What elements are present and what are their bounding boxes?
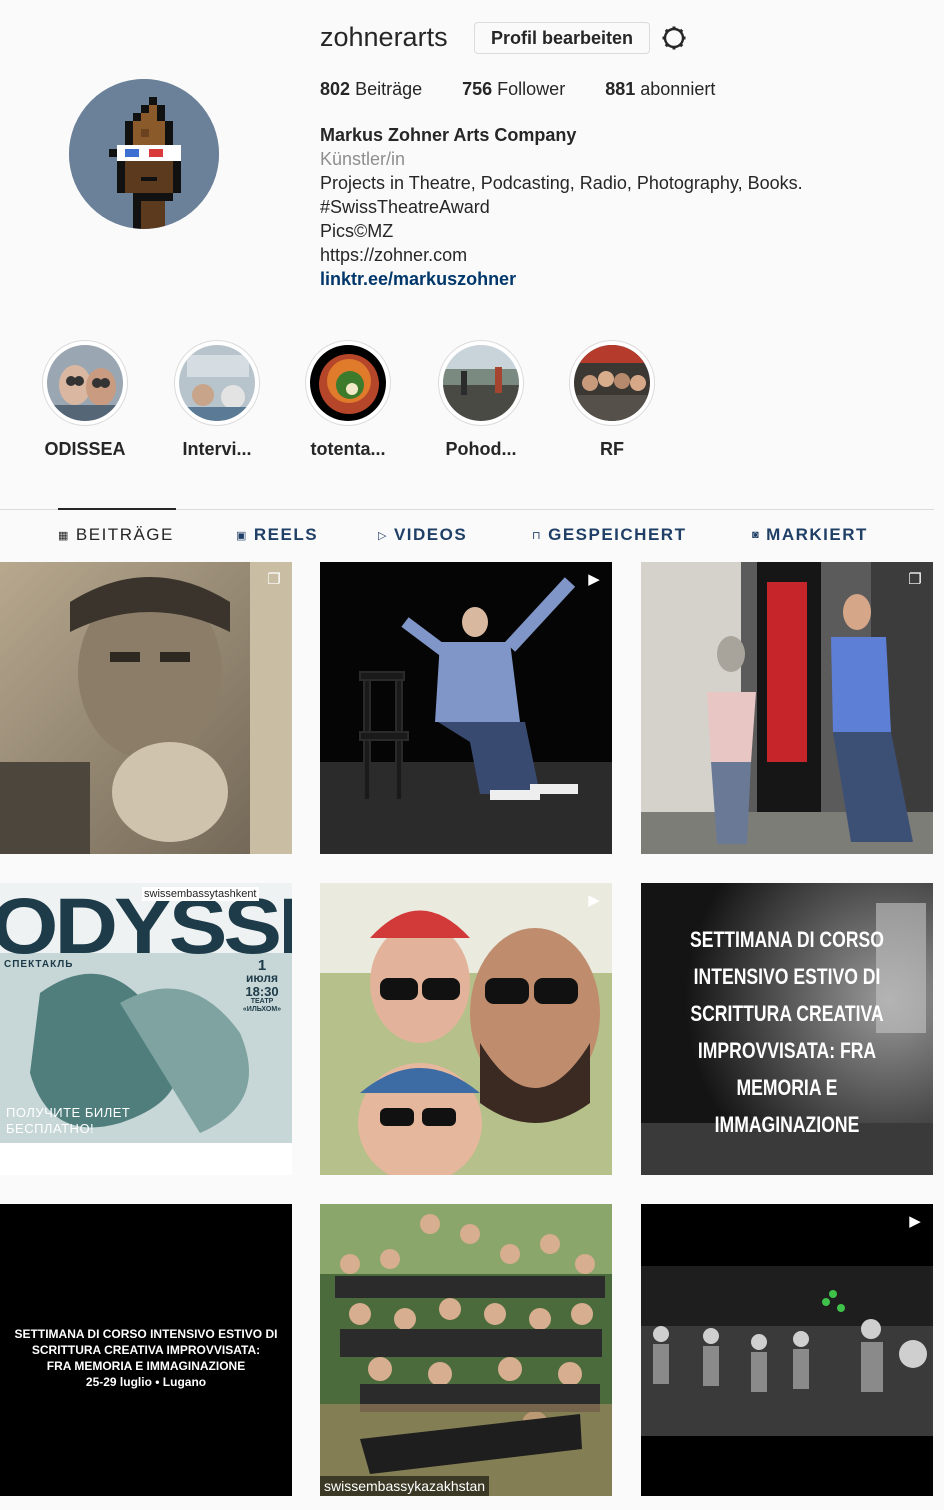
carousel-icon: ❐ <box>908 571 922 588</box>
tab-saved[interactable]: ⊓ GESPEICHERT <box>532 525 686 545</box>
bio-line: Pics©MZ <box>320 221 394 241</box>
tag-user-icon: ◙ <box>752 529 761 541</box>
post-image-group-photo <box>320 1204 612 1496</box>
highlight-item[interactable]: Intervi... <box>167 340 267 460</box>
highlight-thumbnail <box>310 345 386 421</box>
highlight-label: Pohod... <box>445 439 517 459</box>
bio-line: Projects in Theatre, Podcasting, Radio, … <box>320 173 803 193</box>
pixel-punk-avatar-image <box>69 79 219 229</box>
tab-posts[interactable]: ▦ BEITRÄGE <box>58 525 174 545</box>
grid-icon: ▦ <box>58 529 70 542</box>
tab-reels[interactable]: ▣ REELS <box>236 525 318 545</box>
play-icon: ▷ <box>378 529 388 542</box>
highlight-label: RF <box>600 439 624 459</box>
post-tile[interactable]: ▶ <box>320 883 612 1175</box>
post-tile[interactable]: ❐ <box>0 562 292 854</box>
bio-hashtag[interactable]: #SwissTheatreAward <box>320 195 803 219</box>
poster-date: 1 июля 18:30 ТЕАТР «ИЛЬХОМ» <box>242 957 282 1013</box>
highlight-thumbnail <box>574 345 650 421</box>
highlight-item[interactable]: Pohod... <box>431 340 531 460</box>
post-image-juggling-stage <box>641 1204 933 1496</box>
bio-url: https://zohner.com <box>320 245 468 265</box>
highlight-thumbnail <box>443 345 519 421</box>
reels-icon: ▣ <box>236 529 248 542</box>
settings-gear-icon[interactable] <box>661 25 687 51</box>
highlight-thumbnail <box>47 345 123 421</box>
post-tile[interactable]: SETTIMANA DI CORSO INTENSIVO ESTIVO DI S… <box>0 1204 292 1496</box>
reels-icon: ▶ <box>588 892 600 909</box>
posts-count: 802 Beiträge <box>320 79 423 99</box>
reels-icon: ▶ <box>588 571 600 588</box>
post-source-handle: swissembassytashkent <box>142 887 259 901</box>
bookmark-icon: ⊓ <box>532 529 543 542</box>
followers-count[interactable]: 756 Follower <box>462 79 565 100</box>
tab-videos[interactable]: ▷ VIDEOS <box>378 525 467 545</box>
post-image-stage-chair <box>320 562 612 854</box>
highlight-label: Intervi... <box>182 439 252 459</box>
poster-promo: ПОЛУЧИТЕ БИЛЕТ БЕСПЛАТНО! <box>6 1105 131 1136</box>
post-tile[interactable]: ODYSSE swissembassytashkent СПЕКТАКЛЬ 1 … <box>0 883 292 1175</box>
tab-tagged[interactable]: ◙ MARKIERT <box>752 525 868 545</box>
post-image-theatre-entrance <box>641 562 933 854</box>
active-tab-indicator <box>58 508 176 510</box>
post-tile[interactable]: ▶ <box>320 562 612 854</box>
bio-external-link[interactable]: linktr.ee/markuszohner <box>320 267 803 291</box>
highlight-item[interactable]: RF <box>562 340 662 460</box>
post-image-portrait <box>0 562 292 854</box>
highlight-item[interactable]: ODISSEA <box>35 340 135 460</box>
post-tile[interactable]: ❐ <box>641 562 933 854</box>
post-tile[interactable]: swissembassykazakhstan <box>320 1204 612 1496</box>
profile-bio: Markus Zohner Arts Company Künstler/in P… <box>320 123 803 291</box>
bio-name: Markus Zohner Arts Company <box>320 125 577 145</box>
profile-stats: 802 Beiträge 756 Follower 881 abonniert <box>320 79 755 100</box>
highlight-label: ODISSEA <box>44 439 126 459</box>
carousel-icon: ❐ <box>267 571 281 588</box>
reels-icon: ▶ <box>909 1213 921 1230</box>
highlight-thumbnail <box>179 345 255 421</box>
post-tile[interactable]: ▶ <box>641 1204 933 1496</box>
post-caption-tag: swissembassykazakhstan <box>320 1476 490 1496</box>
post-overlay-text: SETTIMANA DI CORSO INTENSIVO ESTIVO DI S… <box>14 1327 278 1389</box>
poster-kind: СПЕКТАКЛЬ <box>4 959 74 970</box>
profile-username: zohnerarts <box>320 22 448 52</box>
post-overlay-text: SETTIMANA DI CORSO INTENSIVO ESTIVO DI S… <box>690 927 884 1137</box>
following-count[interactable]: 881 abonniert <box>605 79 715 100</box>
profile-avatar[interactable] <box>69 79 219 229</box>
highlight-item[interactable]: totenta... <box>298 340 398 460</box>
edit-profile-button[interactable]: Profil bearbeiten <box>474 22 650 54</box>
post-tile[interactable]: SETTIMANA DI CORSO INTENSIVO ESTIVO DI S… <box>641 883 933 1175</box>
highlight-label: totenta... <box>310 439 386 459</box>
post-image-selfie <box>320 883 612 1175</box>
bio-category: Künstler/in <box>320 149 406 169</box>
